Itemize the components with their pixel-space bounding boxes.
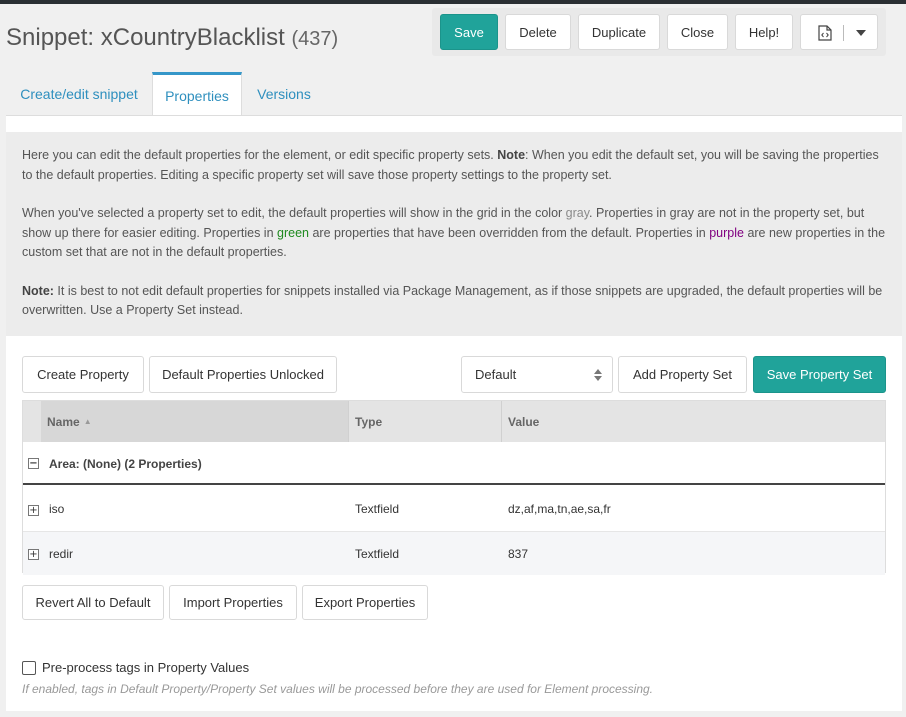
import-properties-button[interactable]: Import Properties: [169, 585, 297, 620]
row-value: 837: [508, 547, 529, 561]
caret-down-icon: [856, 30, 866, 36]
property-set-value: Default: [475, 367, 517, 382]
properties-panel: Here you can edit the default properties…: [6, 115, 902, 711]
table-row[interactable]: + redir Textfield 837: [23, 531, 885, 575]
info-paragraph-3: Note: It is best to not edit default pro…: [22, 283, 883, 318]
purple-word: purple: [709, 225, 744, 240]
row-type: Textfield: [355, 547, 400, 561]
save-property-set-button[interactable]: Save Property Set: [753, 356, 886, 393]
info-paragraph-1: Here you can edit the default properties…: [22, 148, 879, 182]
page-title-text: Snippet: xCountryBlacklist: [6, 24, 285, 51]
code-menu-button[interactable]: [800, 14, 878, 50]
default-properties-unlocked-button[interactable]: Default Properties Unlocked: [149, 356, 337, 393]
export-properties-button[interactable]: Export Properties: [302, 585, 428, 620]
expand-icon[interactable]: +: [28, 505, 39, 516]
info-box: Here you can edit the default properties…: [6, 132, 902, 336]
group-label: Area: (None) (2 Properties): [49, 457, 202, 471]
expand-icon[interactable]: +: [28, 549, 39, 560]
group-row[interactable]: − Area: (None) (2 Properties): [23, 442, 885, 485]
row-name: redir: [49, 547, 74, 561]
tab-create-edit-snippet[interactable]: Create/edit snippet: [6, 72, 152, 116]
row-name: iso: [49, 502, 65, 516]
column-header-value[interactable]: Value: [501, 401, 885, 442]
tab-versions[interactable]: Versions: [244, 72, 324, 116]
top-strip: [0, 0, 906, 4]
collapse-icon[interactable]: −: [28, 458, 39, 469]
revert-all-button[interactable]: Revert All to Default: [22, 585, 164, 620]
grid-header: Name ▲ Type Value: [23, 401, 885, 442]
row-type: Textfield: [355, 502, 400, 516]
save-button[interactable]: Save: [440, 14, 498, 50]
code-file-icon: [818, 25, 832, 41]
preprocess-hint: If enabled, tags in Default Property/Pro…: [22, 682, 654, 696]
sort-asc-icon: ▲: [83, 417, 92, 426]
column-header-type[interactable]: Type: [348, 401, 501, 442]
close-button[interactable]: Close: [667, 14, 728, 50]
snippet-id: (437): [291, 28, 339, 50]
delete-button[interactable]: Delete: [505, 14, 571, 50]
page-title: Snippet: xCountryBlacklist (437): [6, 24, 338, 52]
action-toolbar: Save Delete Duplicate Close Help!: [432, 8, 886, 56]
gray-word: gray: [565, 206, 590, 220]
properties-grid: Name ▲ Type Value − Area: (None) (2 Prop…: [22, 400, 886, 575]
property-set-select[interactable]: Default: [461, 356, 613, 393]
add-property-set-button[interactable]: Add Property Set: [618, 356, 747, 393]
row-value: dz,af,ma,tn,ae,sa,fr: [508, 502, 611, 516]
select-arrows-icon: [594, 369, 602, 381]
info-paragraph-2: When you've selected a property set to e…: [22, 206, 886, 259]
menu-divider: [843, 25, 844, 41]
create-property-button[interactable]: Create Property: [22, 356, 144, 393]
help-button[interactable]: Help!: [735, 14, 793, 50]
preprocess-checkbox[interactable]: [22, 661, 36, 675]
table-row[interactable]: + iso Textfield dz,af,ma,tn,ae,sa,fr: [23, 487, 885, 531]
duplicate-button[interactable]: Duplicate: [578, 14, 660, 50]
tab-properties[interactable]: Properties: [152, 72, 242, 116]
green-word: green: [277, 225, 309, 240]
preprocess-label[interactable]: Pre-process tags in Property Values: [42, 660, 249, 675]
column-header-name[interactable]: Name ▲: [41, 401, 348, 442]
